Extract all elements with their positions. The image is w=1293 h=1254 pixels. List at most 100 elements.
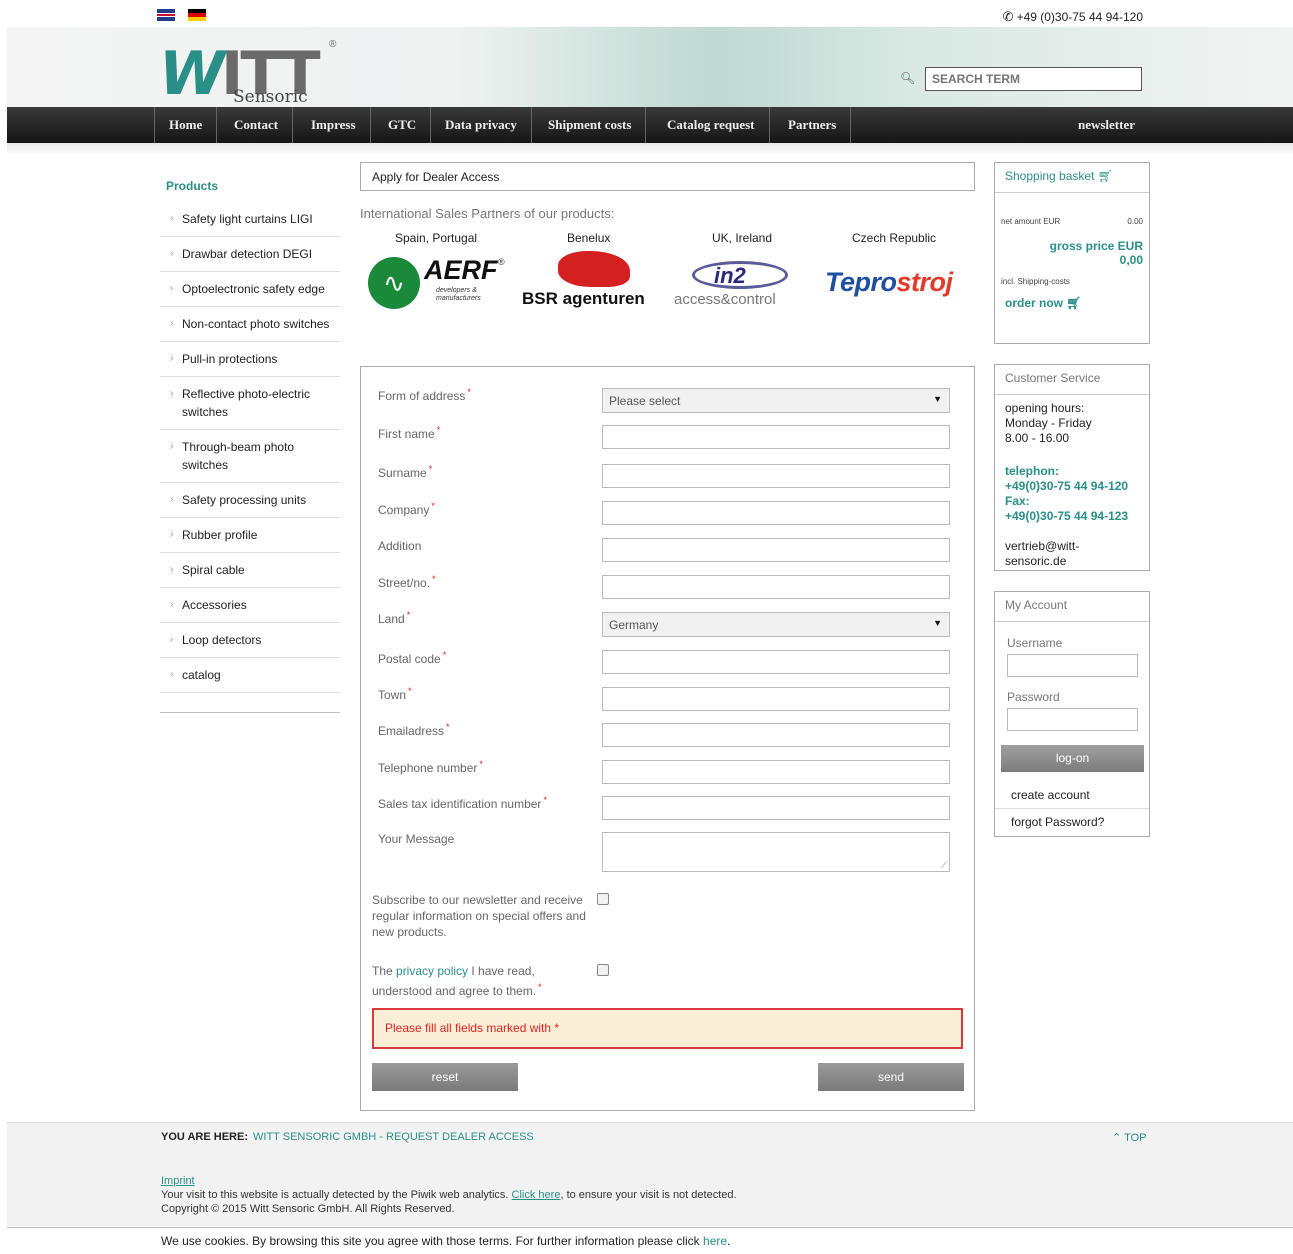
label-land: Land * bbox=[378, 610, 411, 626]
nav-gtc[interactable]: GTC bbox=[374, 107, 432, 143]
order-now-link[interactable]: order now 🛒︎ bbox=[995, 286, 1149, 316]
partner-regions: Spain, Portugal Benelux UK, Ireland Czec… bbox=[360, 221, 975, 251]
phone-number[interactable]: +49(0)30-75 44 94-120 bbox=[1005, 479, 1139, 494]
logon-button[interactable]: log-on bbox=[1001, 745, 1144, 772]
sidebar-item[interactable]: › Through-beam photo switches bbox=[160, 430, 340, 483]
nav-shipment-costs[interactable]: Shipment costs bbox=[534, 107, 647, 143]
newsletter-text: Subscribe to our newsletter and receive … bbox=[372, 893, 586, 939]
label-form-of-address: Form of address * bbox=[378, 387, 471, 403]
sidebar-item[interactable]: › Rubber profile bbox=[160, 518, 340, 553]
label-surname: Surname * bbox=[378, 464, 433, 480]
email-field[interactable] bbox=[602, 723, 950, 747]
imprint-link[interactable]: Imprint bbox=[161, 1175, 195, 1187]
sidebar-item[interactable]: › Drawbar detection DEGI bbox=[160, 237, 340, 272]
nav-partners[interactable]: Partners bbox=[774, 107, 852, 143]
postal-code-field[interactable] bbox=[602, 650, 950, 674]
gross-price: gross price EUR 0,00 bbox=[1049, 239, 1143, 267]
sidebar-item[interactable]: › Accessories bbox=[160, 588, 340, 623]
nav-contact[interactable]: Contact bbox=[220, 107, 294, 143]
partner-logos: ∿ AERF ® developers & manufacturers BSR … bbox=[360, 251, 975, 326]
witt-logo[interactable]: W ITT ® Sensoric bbox=[159, 37, 339, 109]
label-addition: Addition bbox=[378, 539, 422, 553]
telephone-field[interactable] bbox=[602, 760, 950, 784]
breadcrumb: YOU ARE HERE: WITT SENSORIC GMBH - REQUE… bbox=[7, 1122, 1293, 1150]
label-vat-id: Sales tax identification number * bbox=[378, 795, 547, 811]
search-input[interactable] bbox=[925, 67, 1142, 91]
privacy-policy-link[interactable]: privacy policy bbox=[396, 964, 468, 978]
piwik-opt-out-link[interactable]: Click here bbox=[512, 1189, 561, 1201]
reset-button[interactable]: reset bbox=[372, 1063, 518, 1091]
uk-flag-icon[interactable] bbox=[157, 9, 175, 21]
sidebar-item[interactable]: › Optoelectronic safety edge bbox=[160, 272, 340, 307]
nav-data-privacy[interactable]: Data privacy bbox=[431, 107, 532, 143]
basket-title[interactable]: Shopping basket 🛒︎ bbox=[995, 163, 1149, 193]
bsr-logo[interactable]: BSR agenturen bbox=[522, 251, 662, 311]
message-textarea[interactable] bbox=[602, 832, 950, 872]
main-content: Apply for Dealer Access International Sa… bbox=[360, 162, 975, 1111]
create-account-link[interactable]: create account bbox=[995, 782, 1149, 809]
label-email: Emailadress * bbox=[378, 722, 450, 738]
search-icon[interactable]: 🔍︎ bbox=[900, 71, 915, 85]
sidebar-title[interactable]: Products bbox=[160, 170, 342, 202]
chevron-right-icon: › bbox=[170, 634, 174, 645]
german-flag-icon[interactable] bbox=[188, 9, 206, 21]
sidebar-item[interactable]: › Safety processing units bbox=[160, 483, 340, 518]
nav-impress[interactable]: Impress bbox=[297, 107, 371, 143]
in2-logo[interactable]: in2 access&control bbox=[674, 261, 814, 311]
dropdown-arrow-icon: ▼ bbox=[933, 394, 942, 404]
chevron-right-icon: › bbox=[170, 318, 174, 329]
back-to-top-link[interactable]: ⌃ TOP bbox=[1112, 1131, 1147, 1144]
sidebar-item[interactable]: › Reflective photo-electric switches bbox=[160, 377, 340, 430]
password-field[interactable] bbox=[1007, 708, 1138, 731]
nav-home[interactable]: Home bbox=[154, 107, 218, 143]
cookie-info-link[interactable]: here bbox=[703, 1234, 727, 1248]
sidebar-item[interactable]: › Loop detectors bbox=[160, 623, 340, 658]
nav-catalog-request[interactable]: Catalog request bbox=[653, 107, 770, 143]
shopping-basket-box: Shopping basket 🛒︎ net amount EUR 0.00 g… bbox=[994, 162, 1150, 344]
label-postal-code: Postal code * bbox=[378, 650, 447, 666]
addition-field[interactable] bbox=[602, 538, 950, 562]
newsletter-checkbox[interactable] bbox=[597, 893, 609, 905]
sidebar-item[interactable]: › Non-contact photo switches bbox=[160, 307, 340, 342]
logo-subtitle: Sensoric bbox=[233, 87, 308, 107]
partner-region: UK, Ireland bbox=[712, 231, 773, 245]
label-company: Company * bbox=[378, 501, 435, 517]
surname-field[interactable] bbox=[602, 464, 950, 488]
username-field[interactable] bbox=[1007, 654, 1138, 677]
land-select[interactable]: Germany ▼ bbox=[602, 612, 950, 637]
town-field[interactable] bbox=[602, 687, 950, 711]
email-link[interactable]: vertrieb@witt-sensoric.de bbox=[1005, 539, 1139, 569]
customer-service-box: Customer Service opening hours: Monday -… bbox=[994, 364, 1150, 571]
privacy-checkbox[interactable] bbox=[597, 964, 609, 976]
net-amount-row: net amount EUR 0.00 bbox=[1001, 217, 1143, 226]
main-nav: Home Contact Impress GTC Data privacy Sh… bbox=[7, 107, 1293, 143]
customer-service-body: opening hours: Monday - Friday 8.00 - 16… bbox=[995, 395, 1149, 577]
teprostroj-logo[interactable]: Teprostroj bbox=[825, 267, 953, 298]
sidebar-item[interactable]: › catalog bbox=[160, 658, 340, 693]
chevron-right-icon: › bbox=[170, 388, 174, 399]
forgot-password-link[interactable]: forgot Password? bbox=[995, 809, 1149, 835]
chevron-right-icon: › bbox=[170, 248, 174, 259]
sidebar-item[interactable]: › Spiral cable bbox=[160, 553, 340, 588]
chevron-right-icon: › bbox=[170, 441, 174, 452]
breadcrumb-label: YOU ARE HERE: bbox=[161, 1131, 248, 1143]
error-message: Please fill all fields marked with * bbox=[372, 1008, 963, 1049]
first-name-field[interactable] bbox=[602, 425, 950, 449]
company-field[interactable] bbox=[602, 501, 950, 525]
my-account-title: My Account bbox=[995, 592, 1149, 622]
label-town: Town * bbox=[378, 686, 412, 702]
nav-newsletter[interactable]: newsletter bbox=[1078, 107, 1135, 143]
breadcrumb-link[interactable]: WITT SENSORIC GMBH - REQUEST DEALER ACCE… bbox=[253, 1131, 534, 1143]
sidebar-item[interactable]: › Pull-in protections bbox=[160, 342, 340, 377]
chevron-right-icon: › bbox=[170, 564, 174, 575]
vat-id-field[interactable] bbox=[602, 796, 950, 820]
chevron-right-icon: › bbox=[170, 669, 174, 680]
dropdown-arrow-icon: ▼ bbox=[933, 618, 942, 628]
partner-region: Czech Republic bbox=[852, 231, 937, 245]
chevron-right-icon: › bbox=[170, 283, 174, 294]
street-field[interactable] bbox=[602, 575, 950, 599]
sidebar-item[interactable]: › Safety light curtains LIGI bbox=[160, 202, 340, 237]
logo-letter-w: W bbox=[159, 39, 225, 109]
send-button[interactable]: send bbox=[818, 1063, 964, 1091]
form-of-address-select[interactable]: Please select ▼ bbox=[602, 388, 950, 413]
